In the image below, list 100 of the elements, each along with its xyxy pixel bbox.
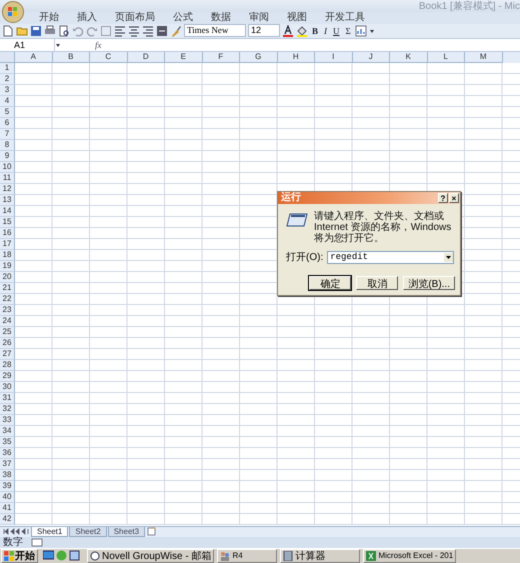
sum-button[interactable]: Σ — [344, 24, 353, 37]
row-header[interactable]: 24 — [0, 316, 15, 327]
ribbon-tab[interactable]: 审阅 — [240, 12, 278, 24]
row-header[interactable]: 42 — [0, 514, 15, 525]
row-header[interactable]: 13 — [0, 194, 15, 206]
row-header[interactable]: 11 — [0, 172, 15, 184]
row-header[interactable]: 4 — [0, 96, 15, 107]
chart-icon[interactable] — [354, 24, 367, 37]
ribbon-tab[interactable]: 页面布局 — [106, 12, 164, 24]
row-header[interactable]: 25 — [0, 326, 15, 338]
command-field[interactable]: regedit — [327, 250, 454, 264]
new-file-icon[interactable] — [2, 24, 14, 37]
row-header[interactable]: 20 — [0, 272, 15, 283]
office-logo-icon[interactable] — [2, 1, 24, 23]
row-header[interactable]: 38 — [0, 470, 15, 481]
align-left-icon[interactable] — [114, 24, 126, 37]
insert-sheet-icon[interactable] — [146, 526, 158, 536]
row-header[interactable]: 2 — [0, 74, 15, 85]
row-header[interactable]: 1 — [0, 62, 15, 74]
merge-cells-icon[interactable] — [156, 24, 168, 37]
desktop-icon[interactable] — [43, 550, 54, 562]
dialog-button[interactable]: 浏览(B)... — [403, 276, 455, 290]
font-name-field[interactable]: Times New — [184, 24, 246, 38]
column-header[interactable]: A — [15, 52, 52, 63]
brush-icon[interactable] — [170, 24, 182, 37]
row-header[interactable]: 3 — [0, 84, 15, 96]
fill-color-icon[interactable] — [296, 24, 308, 37]
row-header[interactable]: 9 — [0, 150, 15, 162]
help-button[interactable]: ? — [438, 193, 448, 203]
row-header[interactable]: 30 — [0, 382, 15, 393]
row-header[interactable]: 15 — [0, 216, 15, 228]
row-header[interactable]: 33 — [0, 414, 15, 426]
sheet-tab[interactable]: Sheet2 — [69, 526, 107, 537]
ribbon-tab[interactable]: 插入 — [68, 12, 106, 24]
printer-icon[interactable] — [44, 24, 56, 37]
row-header[interactable]: 39 — [0, 480, 15, 492]
underline-button[interactable]: U — [331, 24, 342, 37]
taskbar-button[interactable]: Microsoft Excel - 201 — [363, 548, 456, 563]
name-box[interactable]: A1 — [0, 38, 55, 51]
row-header[interactable]: 41 — [0, 502, 15, 514]
row-header[interactable]: 29 — [0, 370, 15, 382]
sheet-navigation-icon[interactable] — [2, 526, 30, 536]
ribbon-tab[interactable]: 视图 — [278, 12, 316, 24]
column-header[interactable]: I — [315, 52, 352, 63]
italic-button[interactable]: I — [322, 24, 330, 37]
sheet-tab[interactable]: Sheet3 — [108, 526, 146, 537]
row-header[interactable]: 21 — [0, 282, 15, 294]
macro-record-icon[interactable] — [31, 538, 43, 547]
font-size-field[interactable]: 12 — [248, 24, 280, 38]
row-header[interactable]: 10 — [0, 162, 15, 173]
row-header[interactable]: 23 — [0, 304, 15, 316]
close-button[interactable]: × — [449, 193, 459, 203]
ribbon-tab[interactable]: 开始 — [30, 12, 68, 24]
column-header[interactable]: K — [390, 52, 428, 63]
preview-icon[interactable] — [58, 24, 70, 37]
row-header[interactable]: 34 — [0, 426, 15, 437]
row-header[interactable]: 5 — [0, 106, 15, 118]
border-icon[interactable] — [100, 24, 112, 37]
taskbar-button[interactable]: R4 — [217, 548, 278, 563]
open-folder-icon[interactable] — [16, 24, 28, 37]
row-header[interactable]: 40 — [0, 492, 15, 503]
row-header[interactable]: 27 — [0, 348, 15, 360]
dialog-button[interactable]: 取消 — [356, 276, 398, 290]
taskbar-button[interactable]: Novell GroupWise - 邮箱 — [87, 548, 214, 563]
save-icon[interactable] — [30, 24, 42, 37]
row-header[interactable]: 8 — [0, 140, 15, 151]
bold-button[interactable]: B — [310, 24, 320, 37]
row-header[interactable]: 31 — [0, 392, 15, 404]
row-header[interactable]: 19 — [0, 260, 15, 272]
row-header[interactable]: 26 — [0, 338, 15, 349]
align-right-icon[interactable] — [142, 24, 154, 37]
row-header[interactable]: 28 — [0, 360, 15, 371]
align-center-icon[interactable] — [128, 24, 140, 37]
row-header[interactable]: 12 — [0, 184, 15, 195]
sheet-tab[interactable]: Sheet1 — [31, 526, 68, 537]
row-header[interactable]: 36 — [0, 448, 15, 459]
column-header[interactable]: M — [465, 52, 502, 63]
ribbon-tab[interactable]: 开发工具 — [316, 12, 374, 24]
dropdown-arrow-icon[interactable] — [444, 252, 453, 262]
row-header[interactable]: 16 — [0, 228, 15, 239]
taskbar-button[interactable]: 计算器 — [280, 548, 360, 563]
row-header[interactable]: 17 — [0, 238, 15, 250]
start-button[interactable]: 开始 — [1, 548, 38, 563]
row-header[interactable]: 32 — [0, 404, 15, 415]
row-header[interactable]: 7 — [0, 128, 15, 140]
row-header[interactable]: 35 — [0, 436, 15, 448]
column-header[interactable]: E — [165, 52, 202, 63]
ribbon-tab[interactable]: 公式 — [164, 12, 202, 24]
row-header[interactable]: 37 — [0, 458, 15, 470]
window-icon[interactable] — [69, 550, 80, 562]
font-color-icon[interactable] — [282, 24, 294, 37]
insert-function-button[interactable]: fx — [95, 40, 102, 50]
worksheet-cells[interactable] — [15, 62, 520, 525]
row-header[interactable]: 22 — [0, 294, 15, 305]
row-header[interactable]: 14 — [0, 206, 15, 217]
dialog-button[interactable]: 确定 — [309, 276, 352, 290]
column-header[interactable]: C — [90, 52, 128, 63]
row-header[interactable]: 18 — [0, 250, 15, 261]
column-header[interactable]: G — [240, 52, 278, 63]
row-header[interactable]: 6 — [0, 118, 15, 129]
